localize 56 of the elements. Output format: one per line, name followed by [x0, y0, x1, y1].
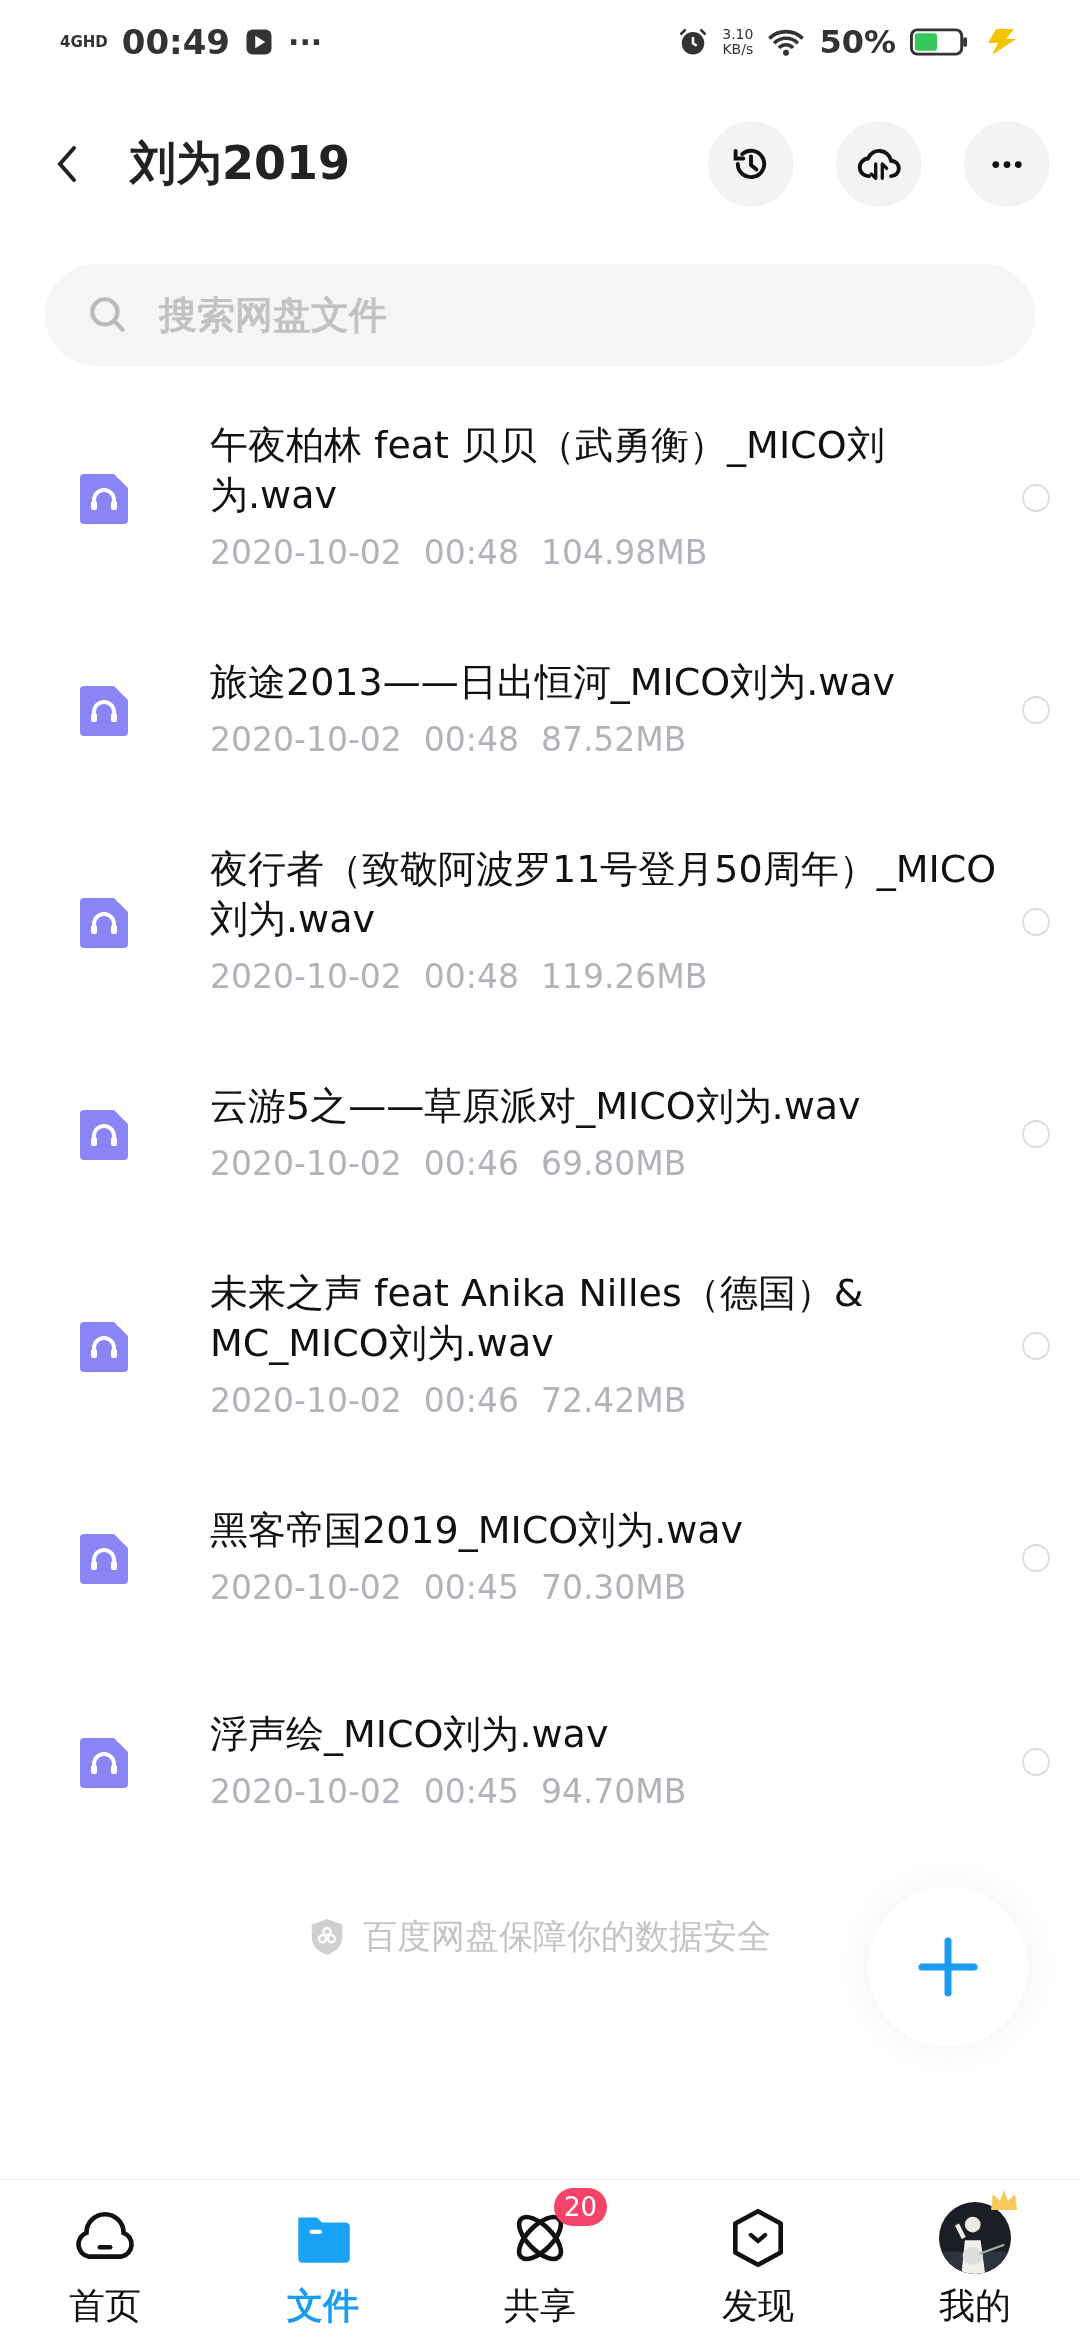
wifi-icon	[767, 27, 806, 57]
file-name[interactable]: 旅途2013——日出恒河_MICO刘为.wav	[210, 657, 1002, 707]
clock-time: 00:49	[121, 22, 230, 62]
file-size: 72.42MB	[540, 1380, 687, 1422]
file-date: 2020-10-02	[210, 1143, 402, 1185]
file-name[interactable]: 浮声绘_MICO刘为.wav	[210, 1709, 1002, 1759]
file-time: 00:46	[423, 1143, 519, 1185]
file-name[interactable]: 午夜柏林 feat 贝贝（武勇衡）_MICO刘为.wav	[210, 420, 1002, 520]
alarm-icon	[678, 27, 709, 57]
file-date: 2020-10-02	[210, 1771, 402, 1813]
nav-tab[interactable]: 20 共享	[445, 2182, 635, 2340]
battery-percent: 50%	[819, 23, 896, 61]
speed-unit: KB/s	[722, 42, 754, 57]
select-radio[interactable]	[1022, 908, 1050, 936]
select-radio[interactable]	[1022, 484, 1050, 512]
more-icon	[991, 159, 1023, 169]
nav-tab[interactable]: 我的	[880, 2182, 1070, 2340]
more-notifications: ···	[288, 24, 323, 60]
file-size: 70.30MB	[540, 1567, 687, 1609]
file-name[interactable]: 黑客帝国2019_MICO刘为.wav	[210, 1505, 1002, 1555]
battery-icon	[910, 28, 968, 56]
file-size: 104.98MB	[540, 532, 708, 574]
select-radio[interactable]	[1022, 1544, 1050, 1572]
network-indicator: 4GHD	[60, 33, 108, 51]
file-time: 00:46	[423, 1380, 519, 1422]
file-time: 00:45	[423, 1771, 519, 1813]
select-radio[interactable]	[1022, 1120, 1050, 1148]
select-radio[interactable]	[1022, 1332, 1050, 1360]
file-date: 2020-10-02	[210, 1567, 402, 1609]
select-radio[interactable]	[1022, 1748, 1050, 1776]
folder-title: 刘为2019	[130, 135, 351, 192]
nav-tab[interactable]: 发现	[662, 2182, 853, 2340]
network-speed: 3.10	[722, 27, 754, 42]
select-radio[interactable]	[1022, 696, 1050, 724]
file-date: 2020-10-02	[210, 532, 402, 574]
plus-icon	[916, 1935, 980, 1999]
file-size: 87.52MB	[540, 719, 687, 761]
file-date: 2020-10-02	[210, 719, 402, 761]
file-time: 00:48	[423, 956, 519, 998]
file-name[interactable]: 未来之声 feat Anika Nilles（德国）& MC_MICO刘为.wav	[210, 1268, 1002, 1368]
nav-tab[interactable]: 首页	[10, 2182, 200, 2340]
file-time: 00:48	[423, 532, 519, 574]
file-name[interactable]: 夜行者（致敬阿波罗11号登月50周年）_MICO刘为.wav	[210, 844, 1002, 944]
crown-icon	[989, 2188, 1019, 2212]
shield-icon	[309, 1917, 345, 1957]
file-size: 94.70MB	[540, 1771, 687, 1813]
file-date: 2020-10-02	[210, 1380, 402, 1422]
play-icon	[244, 27, 274, 57]
file-size: 69.80MB	[540, 1143, 687, 1185]
security-note: 百度网盘保障你的数据安全	[363, 1915, 771, 1958]
file-name[interactable]: 云游5之——草原派对_MICO刘为.wav	[210, 1081, 1002, 1131]
file-time: 00:45	[423, 1567, 519, 1609]
notification-badge: 20	[554, 2188, 608, 2226]
file-time: 00:48	[423, 719, 519, 761]
file-date: 2020-10-02	[210, 956, 402, 998]
file-size: 119.26MB	[540, 956, 708, 998]
